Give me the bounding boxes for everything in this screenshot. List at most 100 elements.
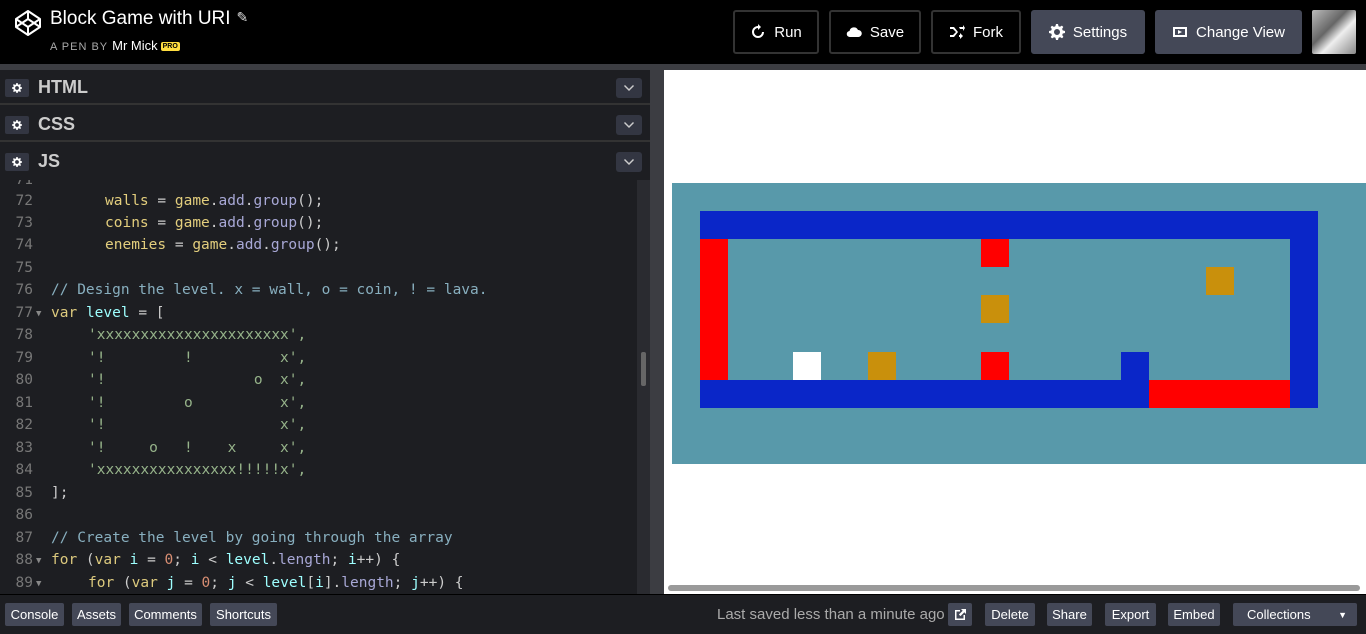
comments-button[interactable]: Comments <box>129 603 202 626</box>
author-link[interactable]: Mr Mick <box>112 38 158 53</box>
code-string: 'xxxxxxxxxxxxxxxx!!!!!x', <box>88 462 307 478</box>
editor-scrollbar[interactable] <box>637 180 650 594</box>
code-token: = <box>138 552 165 568</box>
code-token: game <box>174 193 210 209</box>
code-token: . <box>227 237 236 253</box>
share-button[interactable]: Share <box>1047 603 1092 626</box>
pencil-icon[interactable]: ✎ <box>237 9 249 26</box>
fold-arrow-icon[interactable]: ▼ <box>36 309 41 319</box>
code-token: ; <box>210 575 228 591</box>
code-token: game <box>174 215 210 231</box>
pane-resizer[interactable] <box>650 70 664 594</box>
collections-dropdown[interactable]: Collections ▼ <box>1233 603 1357 626</box>
css-panel-header[interactable]: CSS <box>0 107 650 142</box>
run-button[interactable]: Run <box>733 10 819 54</box>
line-number: 78 <box>15 327 33 343</box>
code-token: 0 <box>164 552 174 568</box>
assets-button[interactable]: Assets <box>72 603 121 626</box>
console-button[interactable]: Console <box>5 603 64 626</box>
lava-block <box>981 352 1009 380</box>
code-string: 'xxxxxxxxxxxxxxxxxxxxxx', <box>88 327 307 343</box>
fold-arrow-icon[interactable]: ▼ <box>36 579 41 589</box>
line-number: 89 <box>15 575 33 591</box>
code-line[interactable]: 89 ▼ for (var j = 0; j < level[i].length; … <box>0 575 637 594</box>
external-link-icon <box>954 609 966 620</box>
fold-arrow-icon[interactable]: ▼ <box>36 556 41 566</box>
code-token: < <box>236 575 263 591</box>
preview-scrollbar-thumb[interactable] <box>668 585 1360 591</box>
code-token: var <box>94 552 121 568</box>
line-number: 72 <box>15 193 33 209</box>
code-line[interactable]: 78 'xxxxxxxxxxxxxxxxxxxxxx', <box>0 327 637 349</box>
code-token: length <box>341 575 394 591</box>
shortcuts-label: Shortcuts <box>216 607 271 622</box>
code-line[interactable]: 81 '! o x', <box>0 395 637 417</box>
chevron-down-icon <box>624 121 634 128</box>
assets-label: Assets <box>76 607 116 622</box>
embed-button[interactable]: Embed <box>1168 603 1220 626</box>
line-number: 85 <box>15 485 33 501</box>
codepen-logo-icon[interactable] <box>14 9 42 37</box>
css-collapse-button[interactable] <box>616 115 642 135</box>
line-number: 79 <box>15 350 33 366</box>
code-token: for <box>88 575 115 591</box>
pen-title[interactable]: Block Game with URI ✎ <box>50 8 248 30</box>
lava-block <box>700 239 728 380</box>
code-line[interactable]: 86 <box>0 507 637 529</box>
settings-button[interactable]: Settings <box>1031 10 1145 54</box>
preview-horizontal-scrollbar[interactable] <box>664 582 1366 594</box>
save-button[interactable]: Save <box>829 10 921 54</box>
game-canvas[interactable] <box>672 183 1366 464</box>
console-label: Console <box>10 607 59 622</box>
code-line[interactable]: 82 '! x', <box>0 417 637 439</box>
js-code-editor[interactable]: 71 72 walls = game.add.group(); 73 coins =… <box>0 180 637 594</box>
code-line[interactable]: 83 '! o ! x x', <box>0 440 637 462</box>
shortcuts-button[interactable]: Shortcuts <box>210 603 277 626</box>
code-line[interactable]: 88 ▼ for (var i = 0; i < level.length; i++… <box>0 552 637 574</box>
html-settings-button[interactable] <box>5 79 29 97</box>
code-line[interactable]: 75 <box>0 260 637 282</box>
code-string: '! x', <box>88 417 307 433</box>
code-token: [ <box>306 575 316 591</box>
html-collapse-button[interactable] <box>616 78 642 98</box>
line-number: 74 <box>15 237 33 253</box>
code-token: = <box>148 193 175 209</box>
code-line[interactable]: 73 coins = game.add.group(); <box>0 215 637 237</box>
html-panel-header[interactable]: HTML <box>0 70 650 105</box>
code-token: = [ <box>129 305 165 321</box>
code-token: level <box>85 305 130 321</box>
code-line[interactable]: 77 ▼ var level = [ <box>0 305 637 327</box>
code-line[interactable]: 72 walls = game.add.group(); <box>0 193 637 215</box>
code-token: ; <box>393 575 412 591</box>
code-line[interactable]: 84 'xxxxxxxxxxxxxxxx!!!!!x', <box>0 462 637 484</box>
code-token: group <box>253 215 298 231</box>
js-panel-header[interactable]: JS <box>0 144 650 179</box>
code-token: ++) { <box>419 575 464 591</box>
code-token: (); <box>297 193 324 209</box>
editor-scrollbar-thumb[interactable] <box>641 352 646 386</box>
user-avatar[interactable] <box>1312 10 1356 54</box>
result-preview[interactable] <box>664 70 1366 582</box>
code-line[interactable]: 79 '! ! x', <box>0 350 637 372</box>
open-external-button[interactable] <box>948 603 972 626</box>
comments-label: Comments <box>134 607 197 622</box>
export-button[interactable]: Export <box>1105 603 1156 626</box>
run-label: Run <box>774 23 802 41</box>
code-token: add <box>235 237 263 253</box>
delete-button[interactable]: Delete <box>985 603 1035 626</box>
line-number: 80 <box>15 372 33 388</box>
js-collapse-button[interactable] <box>616 152 642 172</box>
code-line[interactable]: 74 enemies = game.add.group(); <box>0 237 637 259</box>
fork-button[interactable]: Fork <box>931 10 1021 54</box>
code-line[interactable]: 85]; <box>0 485 637 507</box>
css-settings-button[interactable] <box>5 116 29 134</box>
code-line[interactable]: 76 // Design the level. x = wall, o = coi… <box>0 282 637 304</box>
code-line[interactable]: 80 '! o x', <box>0 372 637 394</box>
code-token: . <box>262 237 271 253</box>
js-settings-button[interactable] <box>5 153 29 171</box>
code-line[interactable]: 87 // Create the level by going through t… <box>0 530 637 552</box>
lava-block <box>981 239 1009 267</box>
change-view-button[interactable]: Change View <box>1155 10 1302 54</box>
embed-label: Embed <box>1173 607 1215 622</box>
code-token: . <box>269 552 279 568</box>
